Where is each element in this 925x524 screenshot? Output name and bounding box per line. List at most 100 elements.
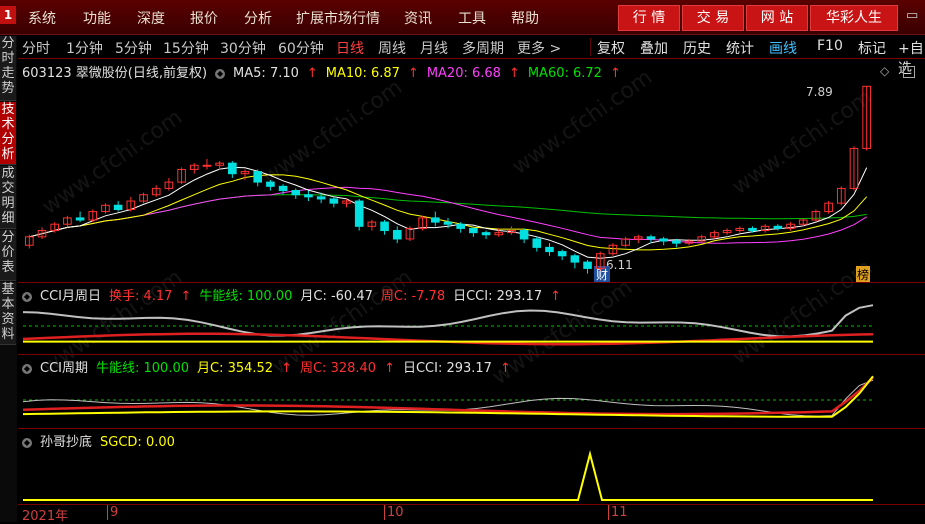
candle-body [329, 198, 339, 204]
menu-function[interactable]: 功能 [83, 8, 111, 28]
daily-cci-line [22, 304, 874, 338]
cci2-indicator-chart[interactable] [18, 372, 878, 426]
minimize-icon[interactable]: ▭ [906, 8, 918, 23]
draw-line-button[interactable]: 画线 [769, 38, 797, 58]
diamond-icon[interactable]: ◇ [880, 64, 889, 78]
x-axis-tick-label: 10 [384, 505, 404, 520]
candle-body [773, 225, 783, 229]
f10-button[interactable]: F10 [817, 38, 843, 54]
up-arrow-icon: ↑ [508, 66, 520, 81]
candle-body [291, 190, 301, 196]
candle-body [354, 200, 364, 227]
menu-help[interactable]: 帮助 [511, 8, 539, 28]
tab-technical-analysis[interactable]: 技术分析 [0, 102, 16, 165]
candle-body [431, 217, 440, 223]
tab-trade-detail[interactable]: 成交明细 [0, 166, 16, 229]
ma10-value: MA10: 6.87 [325, 66, 400, 81]
period-60min[interactable]: 60分钟 [278, 38, 324, 58]
up-arrow-icon: ↑ [407, 66, 419, 81]
tab-basic-info[interactable]: 基本资料 [0, 282, 16, 345]
history-button[interactable]: 历史 [683, 38, 711, 58]
candle-body [659, 238, 668, 242]
candle-body [748, 227, 757, 232]
menu-system[interactable]: 系统 [28, 8, 56, 28]
tab-price-table[interactable]: 分价表 [0, 230, 16, 281]
x-axis-tick-label: 11 [608, 505, 628, 520]
panel-divider [18, 504, 925, 505]
candle-body [469, 227, 478, 234]
stock-name: 603123 翠微股份(日线,前复权) [22, 66, 208, 81]
toolbar-divider [590, 38, 591, 56]
x-axis-year: 2021年 [22, 509, 69, 524]
cci1-indicator-chart[interactable] [18, 300, 878, 352]
candle-body [202, 164, 212, 167]
panel-divider [18, 354, 925, 355]
candle-body [532, 238, 542, 248]
trade-button[interactable]: 交 易 [682, 5, 744, 31]
website-button[interactable]: 网 站 [746, 5, 808, 31]
ma5-value: MA5: 7.10 [233, 66, 299, 81]
candle-body [278, 185, 288, 192]
menubar: 1 系统 功能 深度 报价 分析 扩展市场行情 资讯 工具 帮助 行 情 交 易… [0, 0, 925, 35]
candle-body [519, 230, 529, 240]
candle-body [545, 246, 554, 253]
overlay-button[interactable]: 叠加 [640, 38, 668, 58]
settings-circle-icon[interactable]: ◆ [22, 437, 32, 448]
candle-body [456, 223, 465, 229]
candle-body [253, 171, 263, 183]
candle-body [443, 221, 453, 225]
menu-depth[interactable]: 深度 [137, 8, 165, 28]
candle-body [557, 251, 567, 257]
sgcd-line [23, 450, 873, 501]
candle-body [75, 217, 85, 221]
period-toolbar: 分时 1分钟 5分钟 15分钟 30分钟 60分钟 日线 周线 月线 多周期 更… [18, 36, 925, 77]
panel-divider [18, 428, 925, 429]
candle-body [646, 236, 656, 240]
mark-button[interactable]: 标记 [858, 38, 886, 58]
candle-body [570, 255, 580, 263]
ma10-line [29, 174, 868, 251]
period-5min[interactable]: 5分钟 [115, 38, 152, 58]
period-30min[interactable]: 30分钟 [220, 38, 266, 58]
app-logo: 1 [0, 6, 16, 24]
period-monthly[interactable]: 月线 [420, 38, 448, 58]
panel-divider [18, 282, 925, 283]
period-1min[interactable]: 1分钟 [66, 38, 103, 58]
ma60-value: MA60: 6.72 [527, 66, 602, 81]
candlestick-chart[interactable] [18, 80, 878, 280]
menu-tools[interactable]: 工具 [458, 8, 486, 28]
candle-body [316, 196, 326, 200]
statistics-button[interactable]: 统计 [726, 38, 754, 58]
window-toggle-icon[interactable] [903, 66, 915, 78]
menu-extended-market[interactable]: 扩展市场行情 [296, 8, 380, 28]
menu-analysis[interactable]: 分析 [244, 8, 272, 28]
candle-body [266, 181, 275, 187]
ma20-value: MA20: 6.68 [426, 66, 501, 81]
candle-body [380, 221, 389, 232]
period-15min[interactable]: 15分钟 [163, 38, 209, 58]
menu-quote[interactable]: 报价 [190, 8, 218, 28]
period-daily[interactable]: 日线 [336, 38, 364, 58]
main-info-bar: 603123 翠微股份(日线,前复权) ◆ MA5: 7.10 ↑ MA10: 6.87… [22, 62, 629, 81]
menu-news[interactable]: 资讯 [404, 8, 432, 28]
up-arrow-icon: ↑ [609, 66, 621, 81]
settings-circle-icon[interactable]: ◆ [215, 68, 226, 79]
side-tabs: 分时走势 技术分析 成交明细 分价表 基本资料 [0, 36, 17, 522]
sgcd-indicator-chart[interactable] [18, 448, 878, 504]
tab-time-trend[interactable]: 分时走势 [0, 36, 16, 101]
period-timeshare[interactable]: 分时 [22, 38, 50, 58]
candle-body [672, 240, 681, 244]
up-arrow-icon: ↑ [306, 66, 318, 81]
adjust-button[interactable]: 复权 [597, 38, 625, 58]
period-multi[interactable]: 多周期 [462, 38, 504, 58]
candle-body [228, 162, 237, 175]
x-axis-tick-label: 9 [107, 505, 118, 520]
huacai-button[interactable]: 华彩人生 [810, 5, 898, 31]
candle-body [113, 204, 123, 210]
candle-body [392, 230, 402, 240]
period-weekly[interactable]: 周线 [378, 38, 406, 58]
candle-body [304, 194, 313, 198]
period-more[interactable]: 更多 > [517, 38, 561, 58]
quote-button[interactable]: 行 情 [618, 5, 680, 31]
weekly-cci-line [22, 332, 874, 346]
